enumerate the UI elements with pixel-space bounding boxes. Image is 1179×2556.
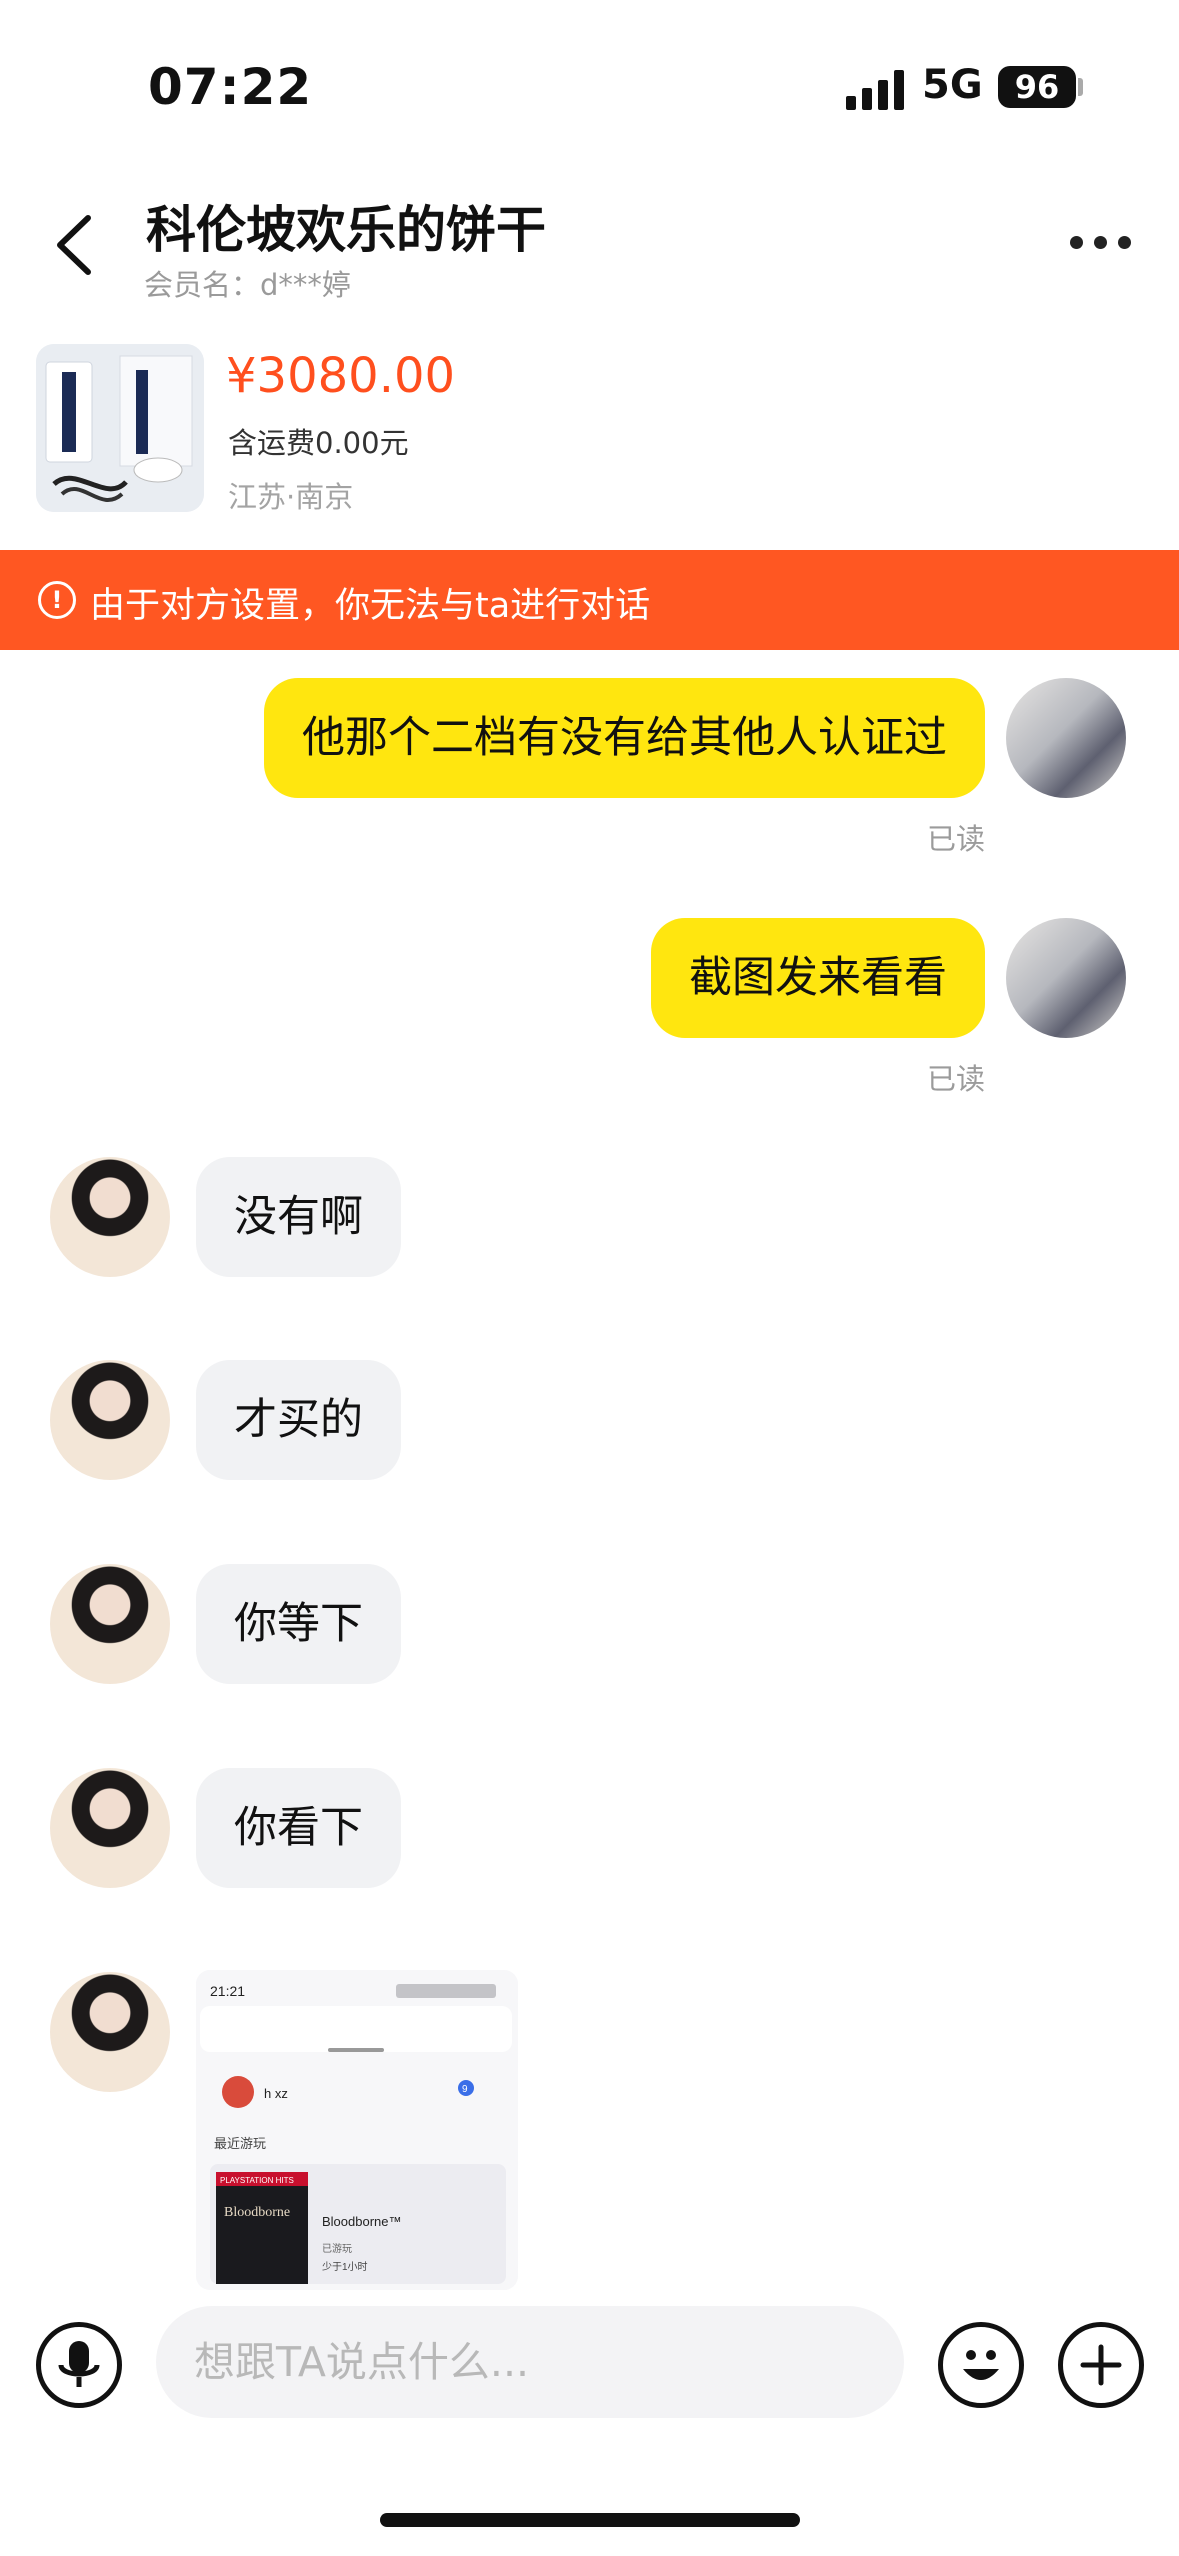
shared-screenshot: 21:21 h xz 9 最近游玩 PLAYSTATION HITS Blood… bbox=[196, 1970, 518, 2290]
console-product-image bbox=[36, 344, 204, 512]
seller-avatar[interactable] bbox=[50, 1972, 170, 2092]
my-avatar[interactable] bbox=[1006, 678, 1126, 798]
voice-input-button[interactable] bbox=[36, 2322, 122, 2408]
product-price: ¥3080.00 bbox=[226, 348, 456, 404]
more-options-button[interactable] bbox=[1060, 222, 1140, 262]
my-avatar[interactable] bbox=[1006, 918, 1126, 1038]
emoji-button[interactable] bbox=[938, 2322, 1024, 2408]
seller-avatar[interactable] bbox=[50, 1564, 170, 1684]
plus-icon bbox=[1080, 2344, 1122, 2386]
product-thumbnail[interactable] bbox=[36, 344, 204, 512]
screenshot-game-status: 已游玩 bbox=[322, 2242, 352, 2255]
home-indicator[interactable] bbox=[380, 2513, 800, 2527]
read-status: 已读 bbox=[926, 1062, 985, 1096]
seller-avatar[interactable] bbox=[50, 1360, 170, 1480]
screenshot-badge-count: 9 bbox=[462, 2084, 468, 2095]
image-message[interactable]: 21:21 h xz 9 最近游玩 PLAYSTATION HITS Blood… bbox=[196, 1970, 518, 2290]
emoji-icon bbox=[963, 2350, 999, 2380]
alert-circle-icon: ! bbox=[38, 581, 76, 619]
my-message-bubble[interactable]: 他那个二档有没有给其他人认证过 bbox=[264, 678, 985, 798]
cellular-signal-icon bbox=[846, 70, 904, 110]
seller-location: 江苏·南京 bbox=[228, 480, 354, 514]
back-arrow-icon bbox=[57, 215, 91, 275]
screenshot-username: h xz bbox=[264, 2086, 288, 2101]
read-status: 已读 bbox=[926, 822, 985, 856]
network-type: 5G bbox=[922, 62, 983, 108]
my-message-bubble[interactable]: 截图发来看看 bbox=[651, 918, 985, 1038]
more-actions-button[interactable] bbox=[1058, 2322, 1144, 2408]
warning-text: 由于对方设置，你无法与ta进行对话 bbox=[90, 586, 651, 626]
screenshot-game-logo: Bloodborne bbox=[224, 2205, 290, 2220]
screenshot-game-badge: PLAYSTATION HITS bbox=[220, 2176, 294, 2185]
seller-message-bubble[interactable]: 才买的 bbox=[196, 1360, 401, 1480]
shipping-fee: 含运费0.00元 bbox=[228, 426, 409, 460]
back-button[interactable] bbox=[44, 210, 114, 280]
screenshot-section: 最近游玩 bbox=[214, 2136, 266, 2151]
status-time: 07:22 bbox=[148, 58, 313, 116]
seller-message-bubble[interactable]: 你看下 bbox=[196, 1768, 401, 1888]
screenshot-time: 21:21 bbox=[210, 1983, 245, 1999]
member-name: 会员名：d***婷 bbox=[144, 268, 351, 302]
battery-indicator: 96 bbox=[998, 66, 1076, 108]
screenshot-play-time: 少于1小时 bbox=[322, 2261, 368, 2273]
screenshot-game-title: Bloodborne™ bbox=[322, 2214, 402, 2229]
microphone-icon bbox=[58, 2341, 100, 2387]
chat-title: 科伦坡欢乐的饼干 bbox=[146, 201, 546, 259]
seller-avatar[interactable] bbox=[50, 1768, 170, 1888]
battery-tip bbox=[1078, 78, 1083, 96]
seller-message-bubble[interactable]: 你等下 bbox=[196, 1564, 401, 1684]
seller-avatar[interactable] bbox=[50, 1157, 170, 1277]
seller-message-bubble[interactable]: 没有啊 bbox=[196, 1157, 401, 1277]
message-input[interactable]: 想跟TA说点什么... bbox=[156, 2306, 904, 2418]
